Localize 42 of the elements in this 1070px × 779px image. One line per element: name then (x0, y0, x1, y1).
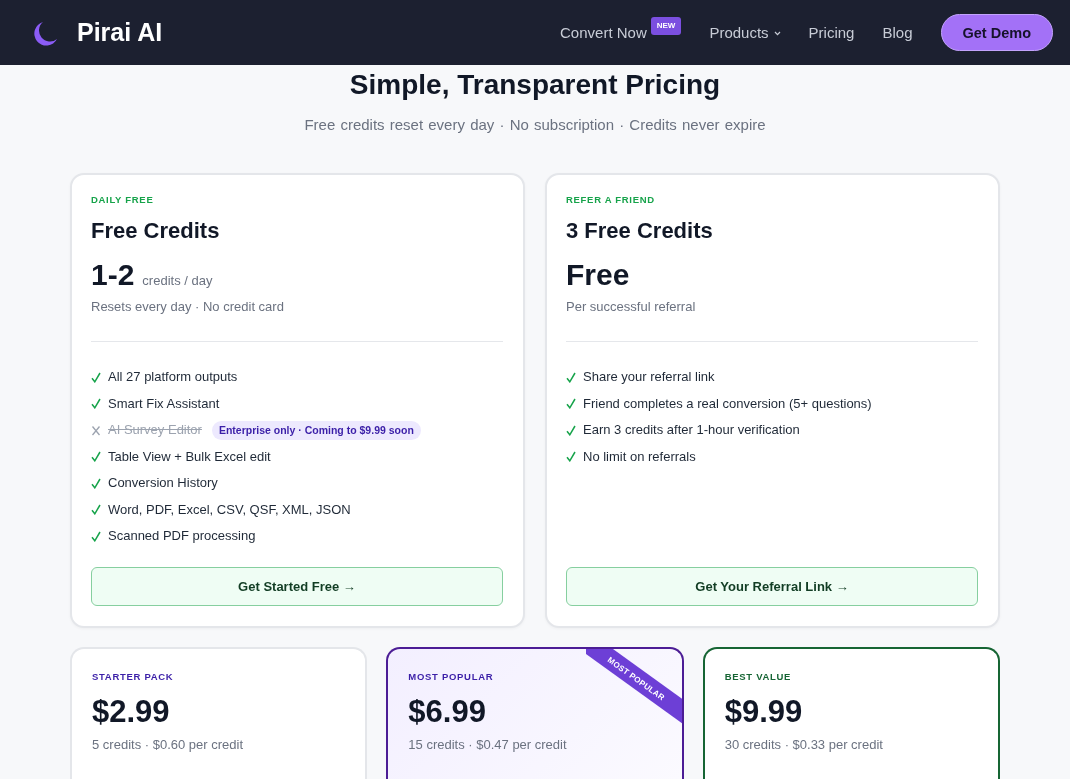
new-badge: NEW (650, 16, 682, 35)
page-subtitle: Free credits reset every day · No subscription · Credits never expire (304, 115, 766, 135)
nav-link[interactable]: Products (709, 24, 781, 41)
pack-price: $9.99 (724, 695, 803, 729)
plan-title: 3 Free Credits (566, 217, 713, 245)
plan-note: Resets every day · No credit card (91, 298, 284, 316)
plan-eyebrow: REFER A FRIEND (566, 193, 655, 207)
plan-price: Free (566, 257, 630, 293)
availability-badge: Enterprise only · Coming to $9.99 soon (211, 420, 421, 440)
feature-text: Share your referral link (583, 368, 715, 386)
pack-note: 30 credits · $0.33 per credit (724, 736, 883, 754)
feature-text: AI Survey Editor (108, 421, 202, 439)
plan-action-button[interactable]: Get Your Referral Link → (566, 567, 978, 606)
pack-eyebrow: MOST POPULAR (408, 670, 494, 684)
page-title: Simple, Transparent Pricing (349, 68, 721, 102)
pack-eyebrow: BEST VALUE (724, 670, 792, 684)
feature-text: Conversion History (108, 474, 218, 492)
get-demo-button[interactable]: Get Demo (940, 14, 1053, 51)
nav-link[interactable]: Convert Now (560, 24, 647, 41)
feature-text: Table View + Bulk Excel edit (108, 447, 271, 466)
nav-link[interactable]: Blog (882, 24, 913, 41)
plan-action-button[interactable]: Get Started Free → (91, 567, 503, 606)
feature-text: No limit on referrals (583, 447, 696, 466)
caret-down-icon (773, 31, 781, 36)
feature-text: Friend completes a real conversion (5+ questions) (583, 394, 872, 413)
pack-price: $2.99 (92, 695, 170, 729)
brand-name[interactable]: Pirai AI (77, 18, 163, 47)
price-unit: credits / day (142, 273, 213, 288)
pack-note: 5 credits · $0.60 per credit (92, 736, 244, 754)
feature-text: Scanned PDF processing (108, 527, 256, 545)
feature-text: Smart Fix Assistant (108, 394, 220, 413)
pack-note: 15 credits · $0.47 per credit (408, 736, 567, 754)
feature-text: Earn 3 credits after 1-hour verification (583, 421, 800, 439)
plan-price: 1-2 (91, 257, 135, 293)
feature-text: All 27 platform outputs (108, 368, 238, 386)
pack-eyebrow: STARTER PACK (92, 670, 174, 684)
plan-title: Free Credits (91, 217, 220, 245)
plan-eyebrow: DAILY FREE (91, 193, 154, 207)
feature-text: Word, PDF, Excel, CSV, QSF, XML, JSON (108, 500, 351, 519)
plan-note: Per successful referral (566, 298, 696, 316)
nav-link[interactable]: Pricing (808, 24, 855, 41)
pack-price: $6.99 (408, 695, 486, 729)
